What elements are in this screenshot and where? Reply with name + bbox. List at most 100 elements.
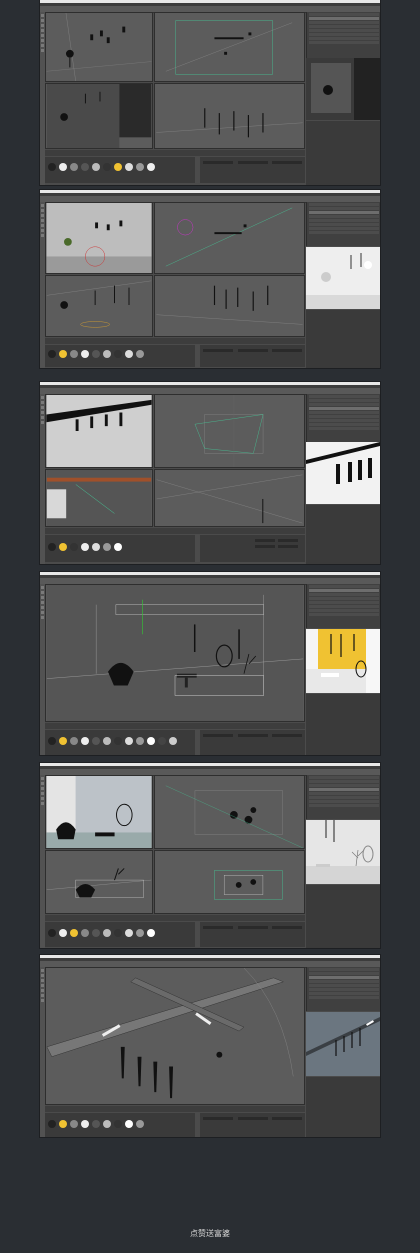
material-ball[interactable] [92,543,100,551]
material-ball[interactable] [136,737,144,745]
material-ball[interactable] [81,163,89,171]
material-ball[interactable] [59,737,67,745]
material-ball[interactable] [158,737,166,745]
coordinates-panel[interactable] [200,535,305,562]
material-ball[interactable] [59,350,67,358]
viewport-front[interactable] [154,469,305,527]
material-ball[interactable] [125,163,133,171]
timeline[interactable] [45,1106,305,1112]
material-ball[interactable] [48,543,56,551]
viewport-front[interactable] [154,83,305,149]
material-ball[interactable] [81,929,89,937]
material-ball[interactable] [48,737,56,745]
viewport-perspective[interactable] [45,202,153,274]
material-ball[interactable] [59,163,67,171]
material-bar[interactable] [45,730,195,755]
material-ball[interactable] [103,163,111,171]
material-ball[interactable] [147,929,155,937]
coordinates-panel[interactable] [200,922,305,947]
material-ball[interactable] [103,737,111,745]
material-ball[interactable] [81,737,89,745]
material-ball[interactable] [125,1120,133,1128]
material-ball[interactable] [114,350,122,358]
material-ball[interactable] [92,1120,100,1128]
material-ball[interactable] [103,350,111,358]
viewport-right[interactable] [45,850,153,914]
viewport-top[interactable] [154,202,305,274]
material-ball[interactable] [70,1120,78,1128]
material-ball[interactable] [70,543,78,551]
viewport-perspective[interactable] [45,394,153,468]
viewport-front[interactable] [154,275,305,337]
material-ball[interactable] [114,737,122,745]
material-ball[interactable] [81,1120,89,1128]
material-ball[interactable] [92,737,100,745]
viewport-perspective[interactable] [45,584,305,722]
viewport-perspective[interactable] [45,12,153,82]
material-ball[interactable] [114,1120,122,1128]
material-ball[interactable] [136,350,144,358]
material-ball[interactable] [114,929,122,937]
material-ball[interactable] [59,1120,67,1128]
attribute-manager[interactable] [306,1077,380,1137]
viewport-right[interactable] [45,469,153,527]
coordinates-panel[interactable] [200,157,305,183]
material-ball[interactable] [136,1120,144,1128]
attribute-manager[interactable] [306,505,380,564]
object-manager[interactable] [306,775,380,819]
material-ball[interactable] [70,350,78,358]
material-ball[interactable] [48,350,56,358]
material-ball[interactable] [114,543,122,551]
material-bar[interactable] [45,922,195,947]
timeline[interactable] [45,338,305,344]
material-ball[interactable] [125,737,133,745]
material-ball[interactable] [92,929,100,937]
material-bar[interactable] [45,1113,195,1137]
viewport-top[interactable] [154,775,305,849]
coordinates-panel[interactable] [200,1113,305,1137]
material-ball[interactable] [114,163,122,171]
material-ball[interactable] [147,737,155,745]
material-ball[interactable] [103,543,111,551]
object-manager[interactable] [306,584,380,628]
material-ball[interactable] [48,1120,56,1128]
material-ball[interactable] [125,350,133,358]
attribute-manager[interactable] [306,885,380,948]
material-ball[interactable] [147,163,155,171]
material-ball[interactable] [169,737,177,745]
material-ball[interactable] [103,929,111,937]
timeline[interactable] [45,915,305,921]
viewport-right[interactable] [45,83,153,149]
coordinates-panel[interactable] [200,730,305,755]
material-ball[interactable] [70,737,78,745]
material-bar[interactable] [45,345,195,367]
timeline[interactable] [45,723,305,729]
timeline[interactable] [45,528,305,534]
material-bar[interactable] [45,535,195,562]
viewport-top[interactable] [154,394,305,468]
material-ball[interactable] [92,350,100,358]
material-ball[interactable] [70,163,78,171]
attribute-manager[interactable] [306,694,380,755]
viewport-right[interactable] [45,275,153,337]
material-ball[interactable] [59,543,67,551]
material-ball[interactable] [136,163,144,171]
object-manager[interactable] [306,394,380,442]
material-ball[interactable] [136,929,144,937]
viewport-perspective[interactable] [45,775,153,849]
viewport-perspective[interactable] [45,967,305,1105]
object-manager[interactable] [306,967,380,1011]
material-ball[interactable] [70,929,78,937]
material-ball[interactable] [81,350,89,358]
attribute-manager[interactable] [306,121,380,185]
object-manager[interactable] [306,202,380,246]
material-ball[interactable] [103,1120,111,1128]
material-ball[interactable] [125,929,133,937]
viewport-front[interactable] [154,850,305,914]
attribute-manager[interactable] [306,310,380,368]
material-ball[interactable] [92,163,100,171]
timeline[interactable] [45,150,305,156]
coordinates-panel[interactable] [200,345,305,367]
material-ball[interactable] [48,163,56,171]
material-ball[interactable] [59,929,67,937]
